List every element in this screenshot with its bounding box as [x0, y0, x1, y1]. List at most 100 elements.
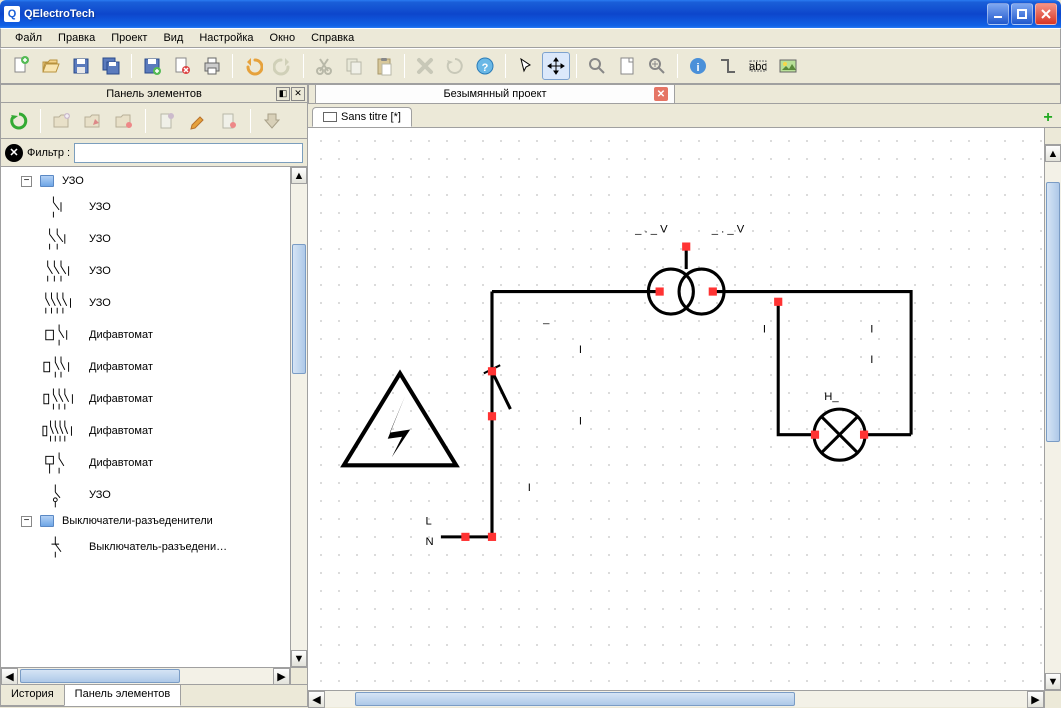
tree-scrollbar-horizontal[interactable]: ◀ ▶ [1, 667, 307, 684]
window-title: QElectroTech [24, 8, 985, 20]
textbox-button[interactable]: abc [744, 52, 772, 80]
collapse-icon[interactable]: − [21, 516, 32, 527]
filter-input[interactable] [74, 143, 303, 163]
menu-project[interactable]: Проект [103, 30, 155, 46]
scroll-up-button[interactable]: ▲ [1045, 145, 1061, 162]
scroll-right-button[interactable]: ▶ [273, 668, 290, 685]
delete-button[interactable] [411, 52, 439, 80]
mark: I [870, 354, 873, 366]
new-button[interactable] [7, 52, 35, 80]
tree-item[interactable]: Дифавтомат [1, 415, 307, 447]
scroll-left-button[interactable]: ◀ [308, 691, 325, 708]
panel-editfolder-button[interactable] [79, 107, 107, 135]
menu-help[interactable]: Справка [303, 30, 362, 46]
add-sheet-button[interactable]: + [1039, 109, 1057, 127]
panel-deletefolder-button[interactable] [110, 107, 138, 135]
element-icon [41, 289, 81, 317]
maximize-button[interactable] [1011, 3, 1033, 25]
conductor-button[interactable] [714, 52, 742, 80]
rotate-button[interactable] [441, 52, 469, 80]
panel-editelem-button[interactable] [184, 107, 212, 135]
scrollbar-thumb[interactable] [1046, 182, 1060, 442]
elements-tree[interactable]: − УЗО УЗО УЗО УЗО УЗО [1, 167, 307, 667]
move-tool-button[interactable] [542, 52, 570, 80]
minimize-button[interactable] [987, 3, 1009, 25]
drawing-canvas[interactable]: _ . _ V _ . _ V H_ L N _ I I I I I I [308, 128, 1044, 690]
menu-file[interactable]: Файл [7, 30, 50, 46]
zoom-button[interactable] [583, 52, 611, 80]
open-button[interactable] [37, 52, 65, 80]
tree-item[interactable]: УЗО [1, 191, 307, 223]
scroll-left-button[interactable]: ◀ [1, 668, 18, 685]
tab-elements[interactable]: Панель элементов [64, 685, 182, 706]
save-button[interactable] [67, 52, 95, 80]
undo-button[interactable] [239, 52, 267, 80]
tree-item[interactable]: Дифавтомат [1, 383, 307, 415]
select-tool-button[interactable] [512, 52, 540, 80]
tree-item[interactable]: УЗО [1, 479, 307, 511]
canvas-scrollbar-vertical[interactable]: ▲ ▼ [1044, 128, 1061, 690]
scrollbar-thumb[interactable] [292, 244, 306, 374]
menu-view[interactable]: Вид [155, 30, 191, 46]
scroll-down-button[interactable]: ▼ [291, 650, 307, 667]
tree-item[interactable]: Выключатель-разъедени… [1, 531, 307, 563]
tree-scrollbar-vertical[interactable]: ▲ ▼ [290, 167, 307, 667]
scroll-corner [1044, 691, 1061, 708]
scrollbar-thumb[interactable] [355, 692, 795, 706]
mark: I [579, 344, 582, 356]
panel-newelem-button[interactable] [153, 107, 181, 135]
panel-float-button[interactable]: ◧ [276, 87, 290, 101]
tab-history[interactable]: История [0, 685, 65, 706]
saveas-button[interactable] [138, 52, 166, 80]
project-tab-close[interactable]: ✕ [654, 87, 668, 101]
tree-group-uzo[interactable]: − УЗО [1, 171, 307, 191]
menu-settings[interactable]: Настройка [191, 30, 261, 46]
cut-button[interactable] [310, 52, 338, 80]
element-icon [41, 225, 81, 253]
menu-window[interactable]: Окно [262, 30, 304, 46]
panel-import-button[interactable] [258, 107, 286, 135]
closefile-button[interactable] [168, 52, 196, 80]
saveall-button[interactable] [97, 52, 125, 80]
sheet-tab-label: Sans titre [*] [341, 111, 401, 123]
collapse-icon[interactable]: − [21, 176, 32, 187]
panel-newfolder-button[interactable] [48, 107, 76, 135]
copy-button[interactable] [340, 52, 368, 80]
tree-item-label: УЗО [89, 233, 111, 245]
info-button[interactable]: ? [471, 52, 499, 80]
tree-item[interactable]: УЗО [1, 287, 307, 319]
tree-item[interactable]: Дифавтомат [1, 447, 307, 479]
tree-group-switches[interactable]: − Выключатели-разъеденители [1, 511, 307, 531]
image-button[interactable] [774, 52, 802, 80]
project-tab[interactable]: Безымянный проект ✕ [315, 85, 675, 103]
canvas-scrollbar-horizontal[interactable]: ◀ ▶ [308, 690, 1061, 707]
sheet-icon [323, 112, 337, 122]
panel-refresh-button[interactable] [5, 107, 33, 135]
tree-item[interactable]: УЗО [1, 223, 307, 255]
scroll-corner [290, 668, 307, 685]
element-icon [41, 193, 81, 221]
tree-item-label: Дифавтомат [89, 425, 153, 437]
tree-item[interactable]: УЗО [1, 255, 307, 287]
print-button[interactable] [198, 52, 226, 80]
panel-close-button[interactable]: ✕ [291, 87, 305, 101]
page-button[interactable] [613, 52, 641, 80]
elements-panel: Панель элементов ◧ ✕ ✕ Фильтр : [0, 84, 308, 707]
paste-button[interactable] [370, 52, 398, 80]
panel-toolbar [1, 103, 307, 139]
sheet-tab[interactable]: Sans titre [*] [312, 107, 412, 127]
label-v1: _ . _ V [634, 223, 668, 235]
properties-button[interactable]: i [684, 52, 712, 80]
tree-item[interactable]: Дифавтомат [1, 319, 307, 351]
scrollbar-thumb[interactable] [20, 669, 180, 683]
scroll-right-button[interactable]: ▶ [1027, 691, 1044, 708]
tree-item[interactable]: Дифавтомат [1, 351, 307, 383]
scroll-down-button[interactable]: ▼ [1045, 673, 1061, 690]
panel-deleteelem-button[interactable] [215, 107, 243, 135]
redo-button[interactable] [269, 52, 297, 80]
zoomfit-button[interactable] [643, 52, 671, 80]
menu-edit[interactable]: Правка [50, 30, 103, 46]
close-button[interactable] [1035, 3, 1057, 25]
scroll-up-button[interactable]: ▲ [291, 167, 307, 184]
clear-filter-icon[interactable]: ✕ [5, 144, 23, 162]
